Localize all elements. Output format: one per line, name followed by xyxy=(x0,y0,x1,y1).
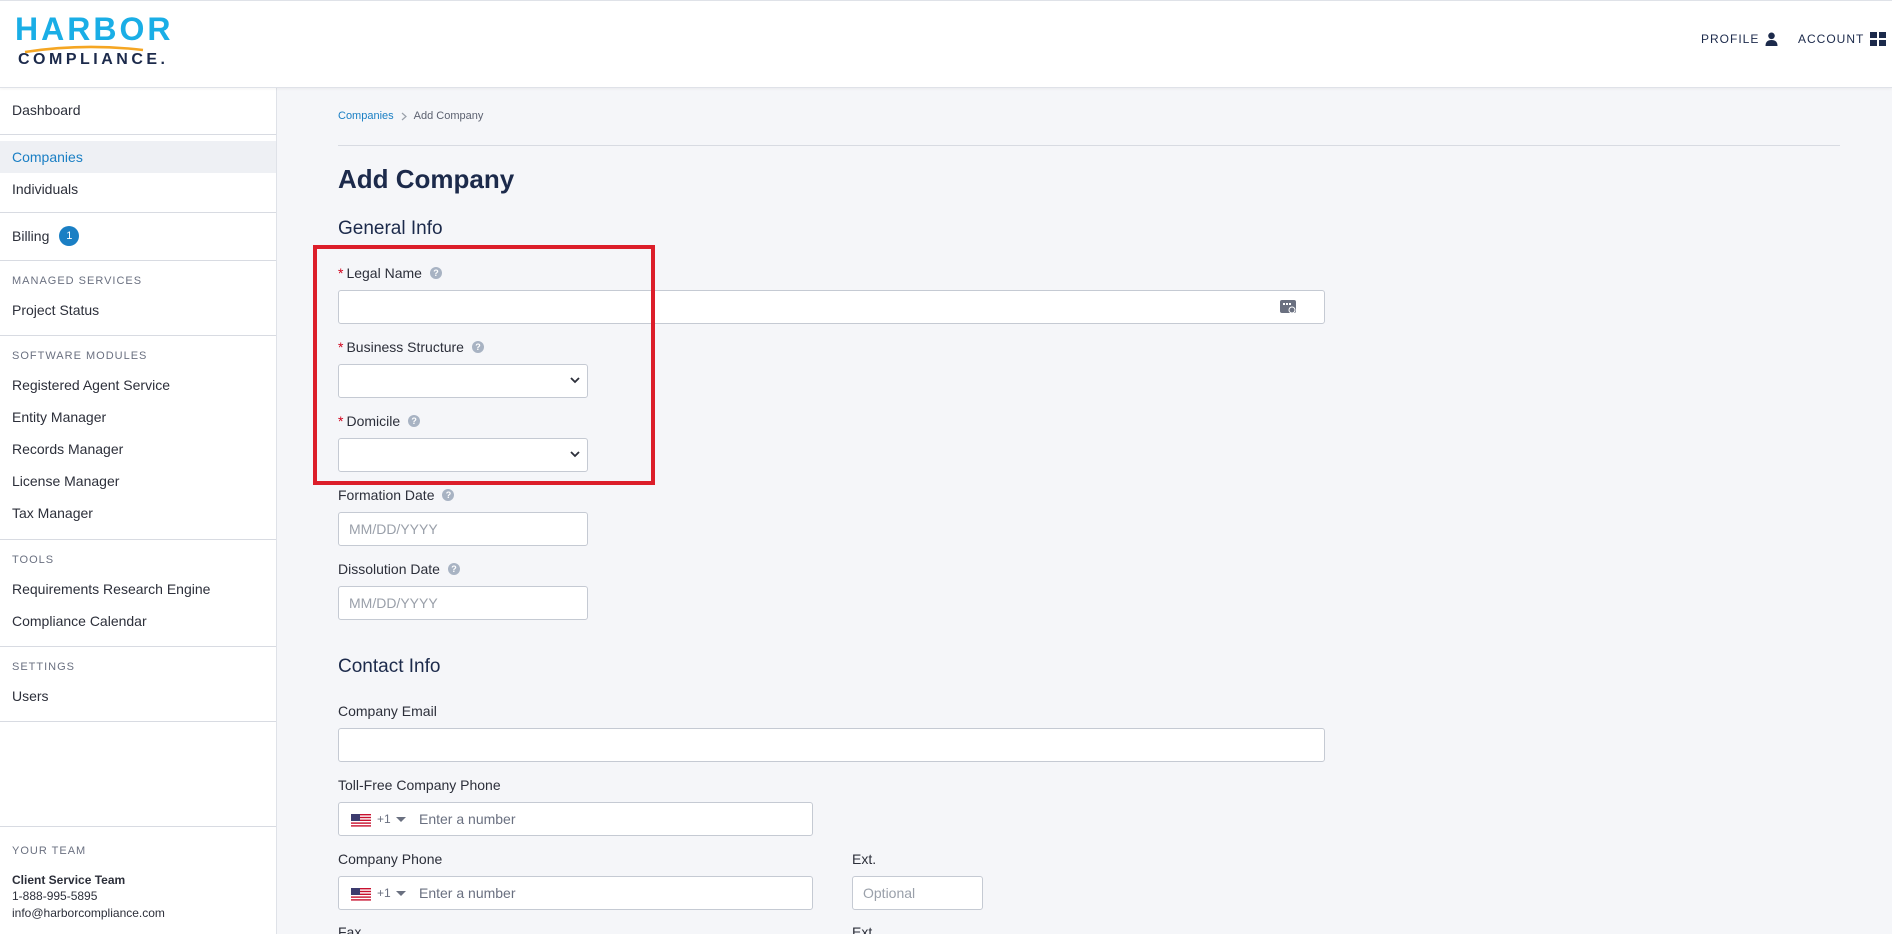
legal-name-input[interactable] xyxy=(338,290,1325,324)
company-phone-label: Company Phone xyxy=(338,851,443,867)
sidebar-nav: Dashboard Companies Individuals Billing 1… xyxy=(0,88,277,934)
team-phone: 1-888-995-5895 xyxy=(12,889,98,903)
caret-down-icon[interactable] xyxy=(396,891,406,896)
sidebar-divider xyxy=(0,335,276,336)
sidebar-divider xyxy=(0,646,276,647)
chevron-down-icon xyxy=(570,451,580,458)
harbor-compliance-logo[interactable]: HARBOR COMPLIANCE. xyxy=(15,11,174,71)
dissolution-date-input[interactable]: MM/DD/YYYY xyxy=(338,586,588,620)
sidebar-divider xyxy=(0,539,276,540)
sidebar-item-compliance-calendar[interactable]: Compliance Calendar xyxy=(0,605,276,637)
help-icon[interactable]: ? xyxy=(442,489,455,501)
page-title: Add Company xyxy=(338,164,515,194)
sidebar-item-registered-agent[interactable]: Registered Agent Service xyxy=(0,369,276,401)
help-icon[interactable]: ? xyxy=(429,267,442,279)
section-heading-your-team: YOUR TEAM xyxy=(12,845,87,857)
contact-card-icon xyxy=(1280,300,1296,314)
help-icon[interactable]: ? xyxy=(471,341,484,353)
company-email-input[interactable] xyxy=(338,728,1325,762)
us-flag-icon[interactable] xyxy=(351,814,371,827)
sidebar-item-license-manager[interactable]: License Manager xyxy=(0,465,276,497)
company-email-label: Company Email xyxy=(338,703,437,719)
chevron-right-icon xyxy=(401,112,407,120)
sidebar-item-tax-manager[interactable]: Tax Manager xyxy=(0,497,276,529)
sidebar-item-dashboard[interactable]: Dashboard xyxy=(0,94,276,126)
dissolution-date-label: Dissolution Date ? xyxy=(338,561,460,577)
sidebar-item-individuals[interactable]: Individuals xyxy=(0,173,276,205)
user-icon xyxy=(1765,32,1778,46)
business-structure-select[interactable] xyxy=(338,364,588,398)
main-content: Companies Add Company Add Company Genera… xyxy=(277,88,1892,934)
country-code: +1 xyxy=(377,886,391,900)
sidebar-item-entity-manager[interactable]: Entity Manager xyxy=(0,401,276,433)
breadcrumb-current: Add Company xyxy=(413,110,484,122)
fax-label: Fax xyxy=(338,924,362,934)
sidebar-divider xyxy=(0,260,276,261)
dissolution-date-label-text: Dissolution Date xyxy=(338,561,440,577)
profile-label: PROFILE xyxy=(1701,32,1760,46)
ext-input[interactable]: Optional xyxy=(852,876,983,910)
top-header: HARBOR COMPLIANCE. PROFILE ACCOUNT xyxy=(0,0,1892,88)
country-code: +1 xyxy=(377,812,391,826)
profile-link[interactable]: PROFILE xyxy=(1701,32,1778,46)
legal-name-label-text: Legal Name xyxy=(346,265,422,281)
grid-icon xyxy=(1870,32,1887,46)
section-heading-settings: SETTINGS xyxy=(12,661,76,673)
general-info-heading: General Info xyxy=(338,218,443,239)
sidebar-item-billing[interactable]: Billing 1 xyxy=(0,220,276,252)
domicile-select[interactable] xyxy=(338,438,588,472)
logo-text-harbor: HARBOR xyxy=(15,11,174,47)
ext-label: Ext. xyxy=(852,851,877,867)
help-icon[interactable]: ? xyxy=(447,563,460,575)
help-icon[interactable]: ? xyxy=(408,415,421,427)
formation-date-label: Formation Date ? xyxy=(338,487,455,503)
domicile-label-text: Domicile xyxy=(346,413,401,429)
breadcrumb-companies-link[interactable]: Companies xyxy=(338,110,394,122)
us-flag-icon[interactable] xyxy=(351,888,371,901)
section-heading-tools: TOOLS xyxy=(12,554,55,566)
breadcrumb: Companies Add Company xyxy=(338,110,483,122)
phone-placeholder: Enter a number xyxy=(419,811,516,827)
section-heading-software-modules: SOFTWARE MODULES xyxy=(12,350,148,362)
sidebar-divider xyxy=(0,134,276,135)
company-phone-input[interactable]: +1 Enter a number xyxy=(338,876,813,910)
domicile-label: * Domicile ? xyxy=(338,413,421,429)
fax-ext-label: Ext. xyxy=(852,924,877,934)
sidebar-divider xyxy=(0,721,276,722)
toll-free-phone-input[interactable]: +1 Enter a number xyxy=(338,802,813,836)
business-structure-label-text: Business Structure xyxy=(346,339,464,355)
business-structure-label: * Business Structure ? xyxy=(338,339,484,355)
phone-placeholder: Enter a number xyxy=(419,885,516,901)
sidebar-item-companies[interactable]: Companies xyxy=(0,141,276,173)
team-name: Client Service Team xyxy=(12,873,126,887)
billing-count-badge: 1 xyxy=(59,226,80,247)
toll-free-phone-label: Toll-Free Company Phone xyxy=(338,777,501,793)
required-asterisk: * xyxy=(338,339,344,355)
sidebar-item-billing-label: Billing xyxy=(12,228,50,244)
contact-info-heading: Contact Info xyxy=(338,656,441,677)
formation-date-input[interactable]: MM/DD/YYYY xyxy=(338,512,588,546)
chevron-down-icon xyxy=(570,377,580,384)
sidebar-item-requirements-engine[interactable]: Requirements Research Engine xyxy=(0,573,276,605)
legal-name-label: * Legal Name ? xyxy=(338,265,442,281)
caret-down-icon[interactable] xyxy=(396,817,406,822)
sidebar-item-records-manager[interactable]: Records Manager xyxy=(0,433,276,465)
formation-date-label-text: Formation Date xyxy=(338,487,435,503)
sidebar-item-users[interactable]: Users xyxy=(0,680,276,712)
account-link[interactable]: ACCOUNT xyxy=(1798,32,1887,46)
logo-text-compliance: COMPLIANCE. xyxy=(18,51,169,68)
sidebar-divider xyxy=(0,212,276,213)
required-asterisk: * xyxy=(338,265,344,281)
sidebar-divider xyxy=(0,826,276,827)
team-email[interactable]: info@harborcompliance.com xyxy=(12,906,165,920)
sidebar-item-project-status[interactable]: Project Status xyxy=(0,294,276,326)
account-label: ACCOUNT xyxy=(1798,32,1865,46)
section-heading-managed-services: MANAGED SERVICES xyxy=(12,275,143,287)
required-asterisk: * xyxy=(338,413,344,429)
breadcrumb-divider xyxy=(338,145,1840,146)
